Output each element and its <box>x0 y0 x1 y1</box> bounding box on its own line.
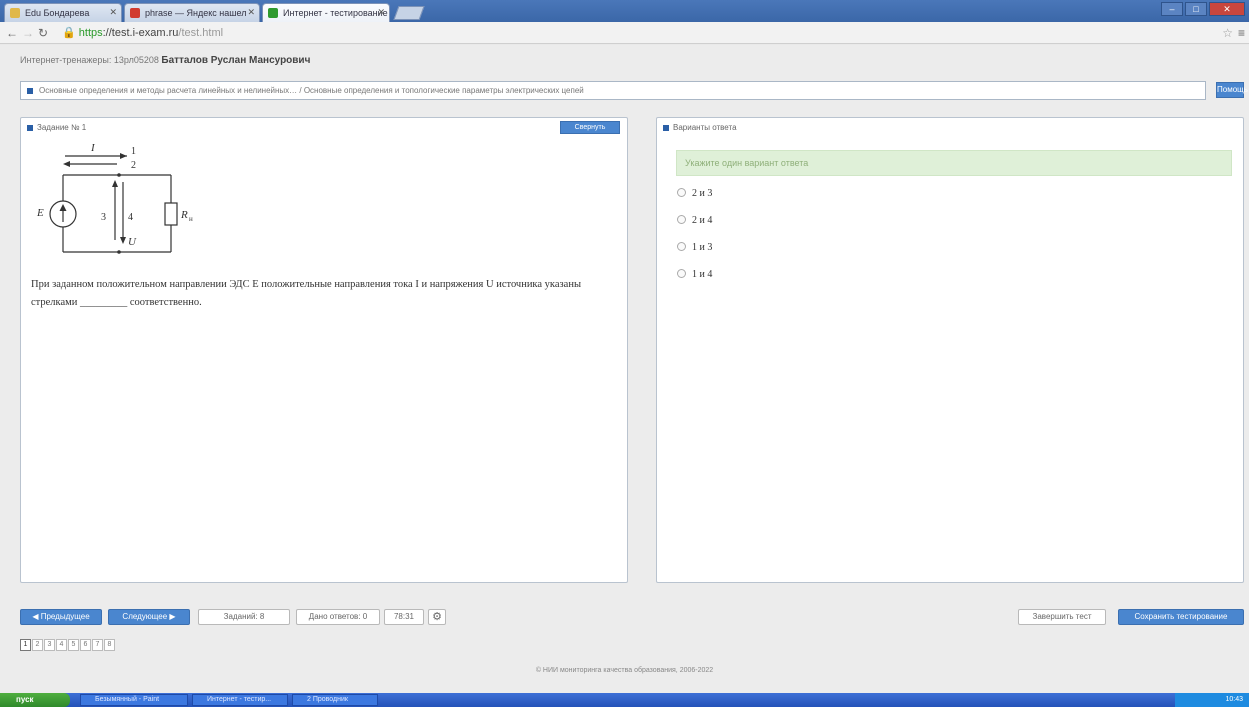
answer-option[interactable]: 2 и 4 <box>677 215 712 226</box>
minimize-window-icon[interactable]: – <box>1161 2 1183 16</box>
task-panel: Задание № 1 Свернуть I 1 2 3 4 E U R н П… <box>20 117 628 583</box>
page-link[interactable]: 1 <box>20 639 31 651</box>
option-label: 1 и 3 <box>692 242 713 253</box>
page-link[interactable]: 6 <box>80 639 91 651</box>
tab-label: phrase — Яндекс нашел <box>145 8 247 18</box>
task-title-text: Задание № 1 <box>37 123 87 132</box>
page-link[interactable]: 7 <box>92 639 103 651</box>
address-bar[interactable]: 🔒 https://test.i-exam.ru/test.html <box>58 25 1208 41</box>
answer-option[interactable]: 2 и 3 <box>677 188 712 199</box>
user-prefix: Интернет-тренажеры: 13рл05208 <box>20 55 159 65</box>
help-button[interactable]: Помощь <box>1216 82 1248 98</box>
answered-count: Дано ответов: 0 <box>296 609 380 625</box>
timer: 78:31 <box>384 609 424 625</box>
answer-title-text: Варианты ответа <box>673 123 737 132</box>
square-bullet-icon <box>27 88 33 94</box>
label-e: E <box>36 207 44 219</box>
new-tab-button[interactable] <box>393 6 425 20</box>
label-2: 2 <box>131 160 136 171</box>
tab-favicon <box>268 8 278 18</box>
label-1: 1 <box>131 146 136 157</box>
radio-button[interactable] <box>677 242 686 251</box>
window-controls: – □ ✕ <box>1161 2 1245 16</box>
task-title: Задание № 1 <box>27 123 86 132</box>
user-name: Батталов Руслан Мансурович <box>161 55 311 66</box>
close-tab-icon[interactable]: ✕ <box>109 7 117 18</box>
answer-panel: Варианты ответа Укажите один вариант отв… <box>656 117 1244 583</box>
maximize-window-icon[interactable]: □ <box>1185 2 1207 16</box>
browser-toolbar: ← → ↻ 🔒 https://test.i-exam.ru/test.html… <box>0 22 1249 44</box>
system-tray-clock: 10:43 <box>1175 693 1249 707</box>
taskbar-item-browser[interactable]: Интернет - тестир... <box>192 694 288 706</box>
label-r-sub: н <box>189 215 193 223</box>
close-window-icon[interactable]: ✕ <box>1209 2 1245 16</box>
bookmark-star-icon[interactable]: ☆ <box>1222 26 1233 40</box>
url-scheme: https <box>78 27 103 39</box>
label-i: I <box>90 142 96 154</box>
square-bullet-icon <box>663 125 669 131</box>
label-r: R <box>180 209 188 221</box>
taskbar-item-explorer[interactable]: 2 Проводник <box>292 694 378 706</box>
os-taskbar: пуск Безымянный - Paint Интернет - тести… <box>0 693 1249 707</box>
topic-breadcrumb: Основные определения и методы расчета ли… <box>20 81 1206 100</box>
save-test-button[interactable]: Сохранить тестирование <box>1118 609 1244 625</box>
label-3: 3 <box>101 212 106 223</box>
tab-favicon <box>130 8 140 18</box>
close-tab-icon[interactable]: ✕ <box>377 7 385 18</box>
radio-button[interactable] <box>677 269 686 278</box>
tab-label: Интернет - тестирование <box>283 8 388 18</box>
forward-arrow-icon[interactable]: → <box>22 26 34 40</box>
lock-icon: 🔒 <box>62 27 76 39</box>
question-text: При заданном положительном направлении Э… <box>31 279 581 308</box>
page-link[interactable]: 4 <box>56 639 67 651</box>
page-link[interactable]: 5 <box>68 639 79 651</box>
gear-icon[interactable]: ⚙ <box>428 609 446 625</box>
footer-copyright: © НИИ мониторинга качества образования, … <box>535 667 714 674</box>
url-path: /test.html <box>178 27 224 39</box>
circuit-diagram: I 1 2 3 4 E U R н <box>36 142 193 254</box>
browser-tabstrip: Edu Бондарева ✕ phrase — Яндекс нашел ✕ … <box>0 0 1249 22</box>
option-label: 2 и 4 <box>692 215 713 226</box>
next-button[interactable]: Следующее ▶ <box>108 609 190 625</box>
option-label: 2 и 3 <box>692 188 713 199</box>
url-host: ://test.i-exam.ru <box>102 27 179 39</box>
wrench-menu-icon[interactable]: ≡ <box>1238 26 1245 40</box>
page: Интернет-тренажеры: 13рл05208 Батталов Р… <box>0 45 1249 693</box>
answer-title: Варианты ответа <box>663 123 737 132</box>
browser-tab-3[interactable]: Интернет - тестирование ✕ <box>262 3 390 22</box>
page-link[interactable]: 8 <box>104 639 115 651</box>
start-button[interactable]: пуск <box>0 693 70 707</box>
user-line: Интернет-тренажеры: 13рл05208 Батталов Р… <box>20 55 310 66</box>
radio-button[interactable] <box>677 188 686 197</box>
page-link[interactable]: 2 <box>32 639 43 651</box>
answer-hint: Укажите один вариант ответа <box>676 150 1232 176</box>
radio-button[interactable] <box>677 215 686 224</box>
page-link[interactable]: 3 <box>44 639 55 651</box>
browser-tab-1[interactable]: Edu Бондарева ✕ <box>4 3 122 22</box>
finish-test-button[interactable]: Завершить тест <box>1018 609 1106 625</box>
answer-option[interactable]: 1 и 3 <box>677 242 712 253</box>
task-pagination: 1 2 3 4 5 6 7 8 <box>20 639 116 651</box>
collapse-task-button[interactable]: Свернуть <box>560 121 620 134</box>
option-label: 1 и 4 <box>692 269 713 280</box>
prev-button[interactable]: ◀ Предыдущее <box>20 609 102 625</box>
label-4: 4 <box>128 212 133 223</box>
tab-favicon <box>10 8 20 18</box>
back-arrow-icon[interactable]: ← <box>6 26 18 40</box>
topic-text: Основные определения и методы расчета ли… <box>39 86 584 95</box>
tab-label: Edu Бондарева <box>25 8 90 18</box>
label-u: U <box>128 236 137 248</box>
reload-icon[interactable]: ↻ <box>38 26 48 40</box>
browser-tab-2[interactable]: phrase — Яндекс нашел ✕ <box>124 3 260 22</box>
tasks-count: Заданий: 8 <box>198 609 290 625</box>
taskbar-item-paint[interactable]: Безымянный - Paint <box>80 694 188 706</box>
square-bullet-icon <box>27 125 33 131</box>
close-tab-icon[interactable]: ✕ <box>247 7 255 18</box>
answer-option[interactable]: 1 и 4 <box>677 269 712 280</box>
